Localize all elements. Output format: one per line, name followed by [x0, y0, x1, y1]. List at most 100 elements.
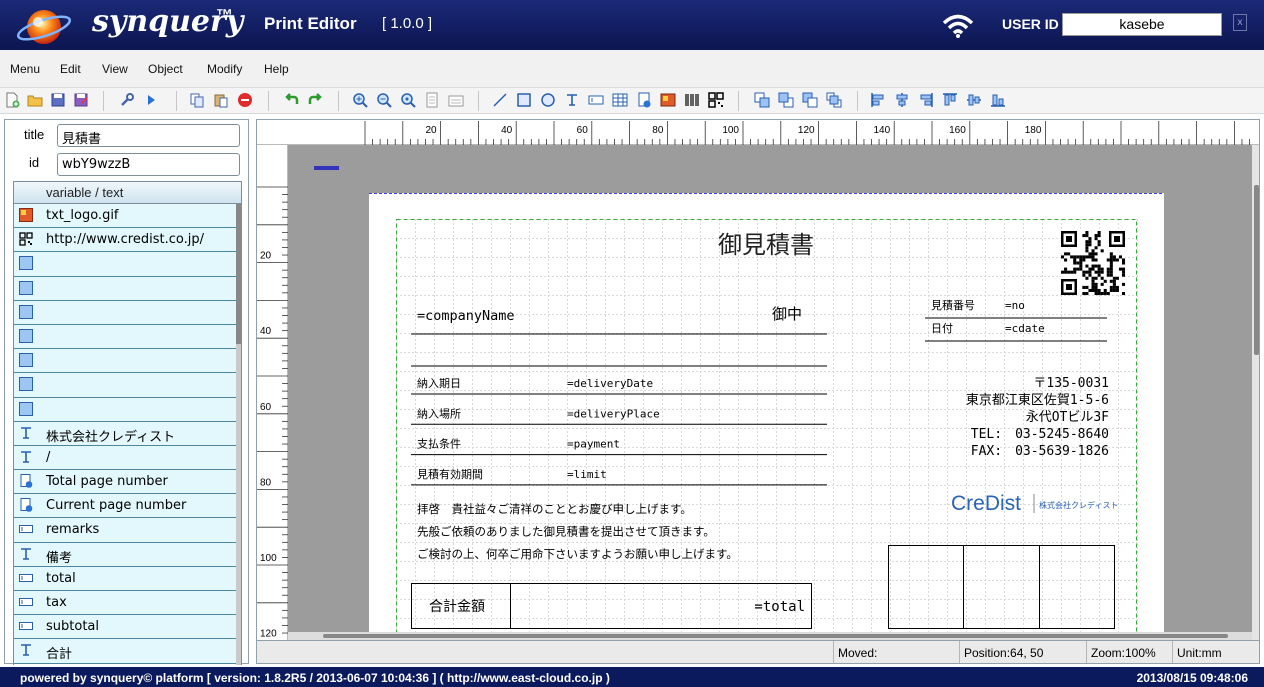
scrollbar-thumb[interactable]: [1254, 185, 1259, 355]
variable-row[interactable]: remarks: [14, 518, 241, 543]
variable-row[interactable]: [14, 397, 241, 422]
save-icon[interactable]: [50, 92, 66, 108]
menu-menu[interactable]: Menu: [10, 62, 40, 76]
redo-icon[interactable]: [307, 92, 323, 108]
field-label[interactable]: 見積有効期間: [417, 467, 483, 481]
variable-list-scrollbar[interactable]: [236, 204, 241, 665]
greeting-line[interactable]: 先般ご依頼のありました御見積書を提出させて頂きます。: [417, 525, 715, 539]
company-name-field[interactable]: =companyName: [417, 308, 515, 324]
date-field[interactable]: =cdate: [1005, 322, 1045, 335]
user-id-field[interactable]: kasebe: [1062, 13, 1222, 36]
total-label[interactable]: 合計金額: [429, 599, 485, 615]
variable-field-tool-icon[interactable]: [588, 92, 604, 108]
image-tool-icon[interactable]: [660, 92, 676, 108]
menu-object[interactable]: Object: [148, 62, 183, 76]
id-field[interactable]: wbY9wzzB: [57, 153, 240, 176]
estimate-number-label[interactable]: 見積番号: [931, 298, 975, 312]
address-line[interactable]: 東京都江東区佐賀1-5-6: [966, 392, 1109, 408]
zoom-in-icon[interactable]: [352, 92, 368, 108]
new-document-icon[interactable]: [4, 92, 20, 108]
address-line[interactable]: TEL: 03-5245-8640: [971, 427, 1109, 442]
qrcode-icon[interactable]: [1061, 231, 1126, 296]
field-variable[interactable]: =deliveryDate: [567, 377, 653, 390]
variable-row[interactable]: http://www.credist.co.jp/: [14, 228, 241, 253]
page-sheet[interactable]: 御見積書 =companyName 御中 見積番号 =no 日付 =cdate …: [369, 193, 1164, 663]
credist-logo-subtitle[interactable]: 株式会社クレディスト: [1039, 500, 1118, 510]
align-middle-icon[interactable]: [966, 92, 982, 108]
bring-forward-icon[interactable]: [778, 92, 794, 108]
open-folder-icon[interactable]: [27, 92, 43, 108]
text-tool-icon[interactable]: [564, 92, 580, 108]
field-variable[interactable]: =payment: [567, 438, 620, 451]
send-to-back-icon[interactable]: [826, 92, 842, 108]
address-line[interactable]: FAX: 03-5639-1826: [971, 444, 1109, 459]
variable-row[interactable]: subtotal: [14, 615, 241, 640]
align-left-icon[interactable]: [870, 92, 886, 108]
address-line[interactable]: 永代OTビル3F: [1026, 410, 1109, 425]
variable-row[interactable]: Current page number: [14, 494, 241, 519]
zoom-reset-icon[interactable]: [400, 92, 416, 108]
greeting-line[interactable]: ご検討の上、何卒ご用命下さいますようお願い申し上げます。: [417, 547, 738, 561]
variable-row[interactable]: 備考: [14, 542, 241, 567]
variable-row[interactable]: tax: [14, 591, 241, 616]
document-title[interactable]: 御見積書: [718, 231, 814, 259]
align-right-icon[interactable]: [918, 92, 934, 108]
undo-icon[interactable]: [284, 92, 300, 108]
credist-logo-text[interactable]: CreDist: [951, 492, 1021, 515]
rectangle-tool-icon[interactable]: [516, 92, 532, 108]
field-label[interactable]: 支払条件: [417, 437, 461, 451]
align-bottom-icon[interactable]: [990, 92, 1006, 108]
qrcode-tool-icon[interactable]: [708, 92, 724, 108]
zoom-out-icon[interactable]: [376, 92, 392, 108]
variable-row[interactable]: 合計: [14, 639, 241, 664]
scrollbar-thumb[interactable]: [236, 204, 241, 344]
variable-row[interactable]: [14, 349, 241, 374]
honorific-text[interactable]: 御中: [772, 305, 802, 323]
total-field[interactable]: =total: [754, 599, 805, 615]
barcode-tool-icon[interactable]: [684, 92, 700, 108]
paste-icon[interactable]: [213, 92, 229, 108]
address-line[interactable]: 〒135-0031: [1033, 376, 1109, 391]
variable-row[interactable]: [14, 252, 241, 277]
variable-row[interactable]: txt_logo.gif: [14, 204, 241, 229]
bring-to-front-icon[interactable]: [754, 92, 770, 108]
menu-modify[interactable]: Modify: [207, 62, 242, 76]
greeting-line[interactable]: 拝啓 貴社益々ご清祥のこととお慶び申し上げます。: [417, 502, 692, 516]
page-portrait-icon[interactable]: [424, 92, 440, 108]
variable-row[interactable]: 株式会社クレディスト: [14, 421, 241, 446]
page-number-tool-icon[interactable]: [636, 92, 652, 108]
canvas-vertical-scrollbar[interactable]: [1252, 145, 1259, 640]
estimate-number-field[interactable]: =no: [1005, 299, 1025, 312]
table-tool-icon[interactable]: [612, 92, 628, 108]
align-top-icon[interactable]: [942, 92, 958, 108]
scrollbar-thumb[interactable]: [323, 634, 1228, 638]
field-label[interactable]: 納入場所: [417, 407, 461, 420]
settings-wrench-icon[interactable]: [119, 92, 135, 108]
field-variable[interactable]: =limit: [567, 468, 607, 481]
page-landscape-icon[interactable]: [448, 92, 464, 108]
align-center-icon[interactable]: [894, 92, 910, 108]
canvas-horizontal-scrollbar[interactable]: [288, 632, 1252, 640]
delete-icon[interactable]: [237, 92, 253, 108]
field-variable[interactable]: =deliveryPlace: [567, 407, 660, 420]
variable-row[interactable]: [14, 373, 241, 398]
canvas-workspace[interactable]: 御見積書 =companyName 御中 見積番号 =no 日付 =cdate …: [288, 145, 1252, 663]
send-backward-icon[interactable]: [802, 92, 818, 108]
variable-row[interactable]: Total page number: [14, 470, 241, 495]
ellipse-tool-icon[interactable]: [540, 92, 556, 108]
variable-row[interactable]: [14, 300, 241, 325]
variable-row[interactable]: [14, 324, 241, 350]
menu-help[interactable]: Help: [264, 62, 289, 76]
variable-row[interactable]: total: [14, 566, 241, 591]
title-field[interactable]: 見積書: [57, 124, 240, 147]
save-as-icon[interactable]: [73, 92, 89, 108]
menu-view[interactable]: View: [102, 62, 128, 76]
date-label[interactable]: 日付: [931, 322, 953, 335]
preview-play-icon[interactable]: [143, 92, 159, 108]
line-tool-icon[interactable]: [492, 92, 508, 108]
variable-row[interactable]: /: [14, 445, 241, 471]
close-button[interactable]: x: [1233, 14, 1247, 31]
menu-edit[interactable]: Edit: [60, 62, 81, 76]
field-label[interactable]: 納入期日: [417, 377, 461, 390]
copy-icon[interactable]: [189, 92, 205, 108]
